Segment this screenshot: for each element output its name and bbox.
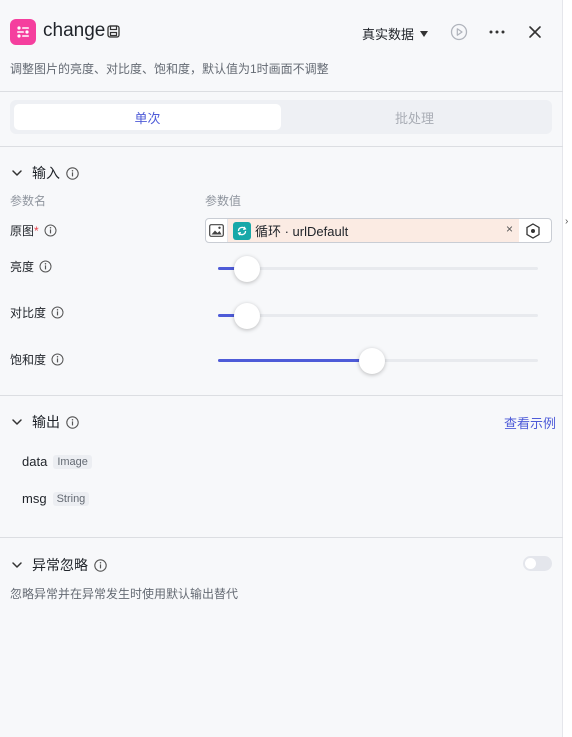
- slider-thumb[interactable]: [233, 303, 260, 329]
- data-mode-label: 真实数据: [362, 27, 415, 42]
- view-example-link[interactable]: 查看示例: [504, 413, 556, 432]
- info-icon[interactable]: [51, 306, 64, 319]
- param-name: 饱和度: [10, 353, 47, 367]
- output-item: msg String: [22, 491, 90, 506]
- required-mark: *: [34, 224, 39, 238]
- param-label-saturation: 饱和度: [10, 351, 64, 368]
- output-type-tag: String: [52, 491, 90, 506]
- info-icon[interactable]: [39, 260, 52, 273]
- variable-chip[interactable]: 循环 · urlDefault ×: [228, 219, 519, 242]
- output-name: data: [22, 454, 48, 469]
- exception-section-title: 异常忽略: [32, 557, 88, 573]
- run-mode-tabs: 单次 批处理: [10, 100, 552, 134]
- divider: [0, 146, 563, 147]
- info-icon[interactable]: [44, 224, 57, 237]
- toggle-knob: [525, 558, 536, 569]
- param-label-contrast: 对比度: [10, 304, 64, 321]
- node-config-panel: change 真实数据 调整图片的亮度、对比度、饱和度，默认值为1时画面不调整 …: [0, 0, 563, 737]
- input-section-header[interactable]: 输入: [10, 163, 79, 183]
- tab-batch[interactable]: 批处理: [281, 104, 548, 130]
- node-title: change: [43, 20, 106, 41]
- chevron-down-icon[interactable]: [10, 558, 24, 572]
- data-mode-select[interactable]: 真实数据: [362, 24, 429, 43]
- chevron-right-icon[interactable]: ›: [565, 216, 568, 227]
- param-label-source-image: 原图*: [10, 222, 57, 239]
- saturation-slider[interactable]: [218, 347, 538, 375]
- more-icon[interactable]: [487, 22, 507, 42]
- close-icon[interactable]: [525, 22, 545, 42]
- clear-icon[interactable]: ×: [506, 222, 513, 236]
- chevron-down-icon[interactable]: [10, 415, 24, 429]
- play-icon[interactable]: [449, 22, 469, 42]
- hexagon-settings-icon[interactable]: [519, 222, 547, 239]
- input-section-title: 输入: [32, 165, 60, 181]
- node-description: 调整图片的亮度、对比度、饱和度，默认值为1时画面不调整: [10, 62, 329, 76]
- param-name-column: 参数名: [10, 194, 47, 208]
- brightness-slider[interactable]: [218, 255, 538, 283]
- chevron-down-icon[interactable]: [10, 166, 24, 180]
- tab-single[interactable]: 单次: [14, 104, 281, 130]
- divider: [0, 91, 563, 92]
- info-icon[interactable]: [66, 166, 79, 180]
- slider-thumb[interactable]: [233, 256, 260, 282]
- output-section-header[interactable]: 输出: [10, 412, 79, 432]
- canvas-edge: ›: [563, 0, 572, 737]
- param-name: 对比度: [10, 306, 47, 320]
- param-name: 原图: [10, 224, 35, 238]
- exception-section-header[interactable]: 异常忽略: [10, 555, 107, 575]
- info-icon[interactable]: [94, 558, 107, 572]
- save-icon[interactable]: [107, 25, 120, 38]
- contrast-slider[interactable]: [218, 302, 538, 330]
- slider-track: [218, 314, 538, 317]
- slider-thumb[interactable]: [358, 348, 385, 374]
- output-type-tag: Image: [53, 454, 92, 469]
- caret-down-icon: [420, 30, 429, 37]
- exception-description: 忽略异常并在异常发生时使用默认输出替代: [10, 587, 239, 601]
- source-image-input[interactable]: 循环 · urlDefault ×: [205, 218, 552, 243]
- param-label-brightness: 亮度: [10, 258, 52, 275]
- slider-track: [218, 267, 538, 270]
- variable-chip-text: 循环 · urlDefault: [255, 224, 349, 239]
- flow-node-icon: [10, 19, 36, 45]
- image-icon[interactable]: [206, 219, 228, 242]
- info-icon[interactable]: [66, 415, 79, 429]
- output-item: data Image: [22, 454, 92, 469]
- ignore-exception-toggle[interactable]: [523, 556, 552, 571]
- slider-fill: [218, 359, 372, 362]
- output-section-title: 输出: [32, 414, 60, 430]
- divider: [0, 395, 563, 396]
- param-name: 亮度: [10, 260, 35, 274]
- param-value-column: 参数值: [205, 194, 242, 208]
- output-name: msg: [22, 491, 47, 506]
- loop-icon: [233, 221, 251, 240]
- divider: [0, 537, 563, 538]
- info-icon[interactable]: [51, 353, 64, 366]
- panel-header: change 真实数据 调整图片的亮度、对比度、饱和度，默认值为1时画面不调整: [0, 0, 563, 92]
